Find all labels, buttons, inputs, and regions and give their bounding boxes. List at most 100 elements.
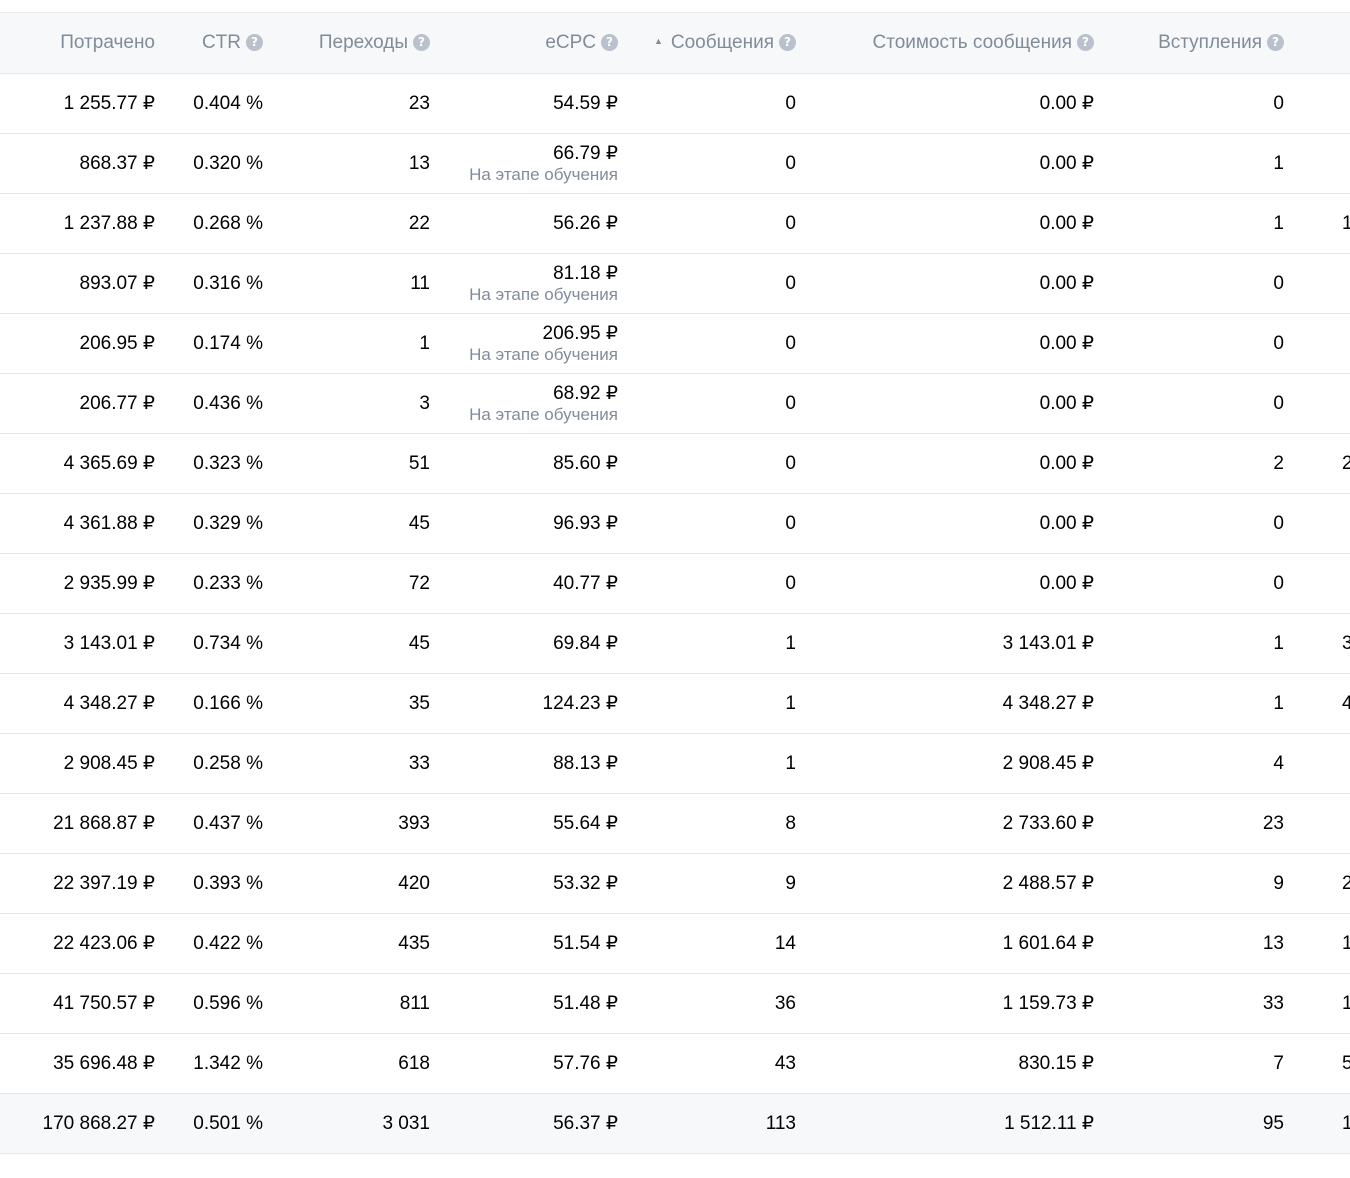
- cell-ecpc: 56.26 ₽: [553, 213, 618, 234]
- column-header-spent[interactable]: Потрачено: [0, 12, 155, 74]
- cell-joins: 0: [1273, 392, 1284, 414]
- cell-joins: 9: [1273, 872, 1284, 894]
- cell-ctr: 0.393 %: [193, 872, 263, 894]
- cell-message-cost: 1 512.11 ₽: [1004, 1113, 1094, 1134]
- learning-status-note: На этапе обучения: [469, 284, 618, 304]
- cell-messages: 113: [765, 1112, 796, 1134]
- cell-spent: 868.37 ₽: [79, 153, 155, 174]
- cell-ctr: 0.437 %: [193, 812, 263, 834]
- cell-message-cost: 4 348.27 ₽: [1002, 693, 1094, 714]
- column-header-messages[interactable]: ▲ Сообщения?: [618, 12, 796, 74]
- cell-messages: 36: [774, 992, 796, 1014]
- cell-clicks: 435: [398, 932, 430, 954]
- ecpc-value: 81.18 ₽: [553, 262, 618, 284]
- cell-ctr: 0.596 %: [193, 992, 263, 1014]
- cell-ecpc: 53.32 ₽: [553, 873, 618, 894]
- cell-clicks: 1: [419, 332, 430, 354]
- cell-message-cost: 0.00 ₽: [1039, 153, 1094, 174]
- cell-ecpc: 56.37 ₽: [553, 1113, 618, 1134]
- sort-ascending-icon[interactable]: ▲: [654, 36, 663, 46]
- cell-messages: 0: [785, 392, 796, 414]
- help-icon[interactable]: ?: [246, 34, 263, 51]
- table-row: 41 750.57 ₽ 0.596 % 811 51.48 ₽ 36 1 159.73 ₽…: [0, 974, 1350, 1034]
- column-header-label: Сообщения: [670, 32, 774, 53]
- cell-spent: 893.07 ₽: [79, 273, 155, 294]
- cell-clicks: 45: [408, 512, 430, 534]
- help-icon[interactable]: ?: [779, 34, 796, 51]
- cell-messages: 0: [785, 512, 796, 534]
- cell-spent: 35 696.48 ₽: [53, 1053, 155, 1074]
- cell-extra: [1284, 314, 1350, 374]
- total-row: 170 868.27 ₽ 0.501 % 3 031 56.37 ₽ 113 1 512.…: [0, 1093, 1350, 1154]
- table-row: 893.07 ₽0.316 % 11 81.18 ₽ На этапе обучени…: [0, 254, 1350, 314]
- cell-joins: 0: [1273, 92, 1284, 114]
- cell-extra: [1284, 554, 1350, 614]
- cell-clicks: 45: [408, 632, 430, 654]
- cell-spent: 21 868.87 ₽: [53, 813, 155, 834]
- cell-ctr: 1.342 %: [193, 1052, 263, 1074]
- learning-status-note: На этапе обучения: [469, 404, 618, 424]
- cell-ctr: 0.268 %: [193, 212, 263, 234]
- cell-spent: 206.77 ₽: [79, 393, 155, 414]
- help-icon[interactable]: ?: [1267, 34, 1284, 51]
- cell-extra: [1284, 734, 1350, 794]
- column-header-ecpc[interactable]: eCPC?: [430, 12, 618, 74]
- cell-message-cost: 1 601.64 ₽: [1002, 933, 1094, 954]
- help-icon[interactable]: ?: [1077, 34, 1094, 51]
- help-icon[interactable]: ?: [413, 34, 430, 51]
- cell-extra: [1284, 134, 1350, 194]
- learning-status-note: На этапе обучения: [469, 164, 618, 184]
- cell-clicks: 618: [398, 1052, 430, 1074]
- cell-clicks: 22: [408, 212, 430, 234]
- ecpc-stack: 66.79 ₽ На этапе обучения: [430, 143, 618, 185]
- cell-clicks: 3: [419, 392, 430, 414]
- cell-ctr: 0.316 %: [193, 272, 263, 294]
- cell-ecpc: 57.76 ₽: [553, 1053, 618, 1074]
- table-row: 2 908.45 ₽ 0.258 % 33 88.13 ₽ 1 2 908.45 ₽ 4: [0, 734, 1350, 794]
- column-header-clicks[interactable]: Переходы?: [263, 12, 430, 74]
- cell-message-cost: 2 488.57 ₽: [1002, 873, 1094, 894]
- cell-ecpc: 206.95 ₽ На этапе обучения: [430, 314, 618, 374]
- cell-joins: 1: [1273, 212, 1284, 234]
- column-header-ctr[interactable]: CTR?: [155, 12, 263, 74]
- cell-spent: 4 348.27 ₽: [63, 693, 155, 714]
- cell-message-cost: 0.00 ₽: [1039, 513, 1094, 534]
- cell-extra: [1284, 374, 1350, 434]
- table-row: 868.37 ₽0.320 % 13 66.79 ₽ На этапе обучени…: [0, 134, 1350, 194]
- table-row: 4 361.88 ₽ 0.329 % 45 96.93 ₽ 0 0.00 ₽ 0: [0, 494, 1350, 554]
- cell-ecpc: 55.64 ₽: [553, 813, 618, 834]
- cell-messages: 43: [774, 1052, 796, 1074]
- cell-messages: 9: [785, 872, 796, 894]
- cell-ctr: 0.174 %: [193, 332, 263, 354]
- cell-ecpc: 54.59 ₽: [553, 93, 618, 114]
- cell-messages: 14: [774, 932, 796, 954]
- cell-extra: 1: [1342, 992, 1350, 1014]
- cell-ctr: 0.404 %: [193, 92, 263, 114]
- cell-messages: 0: [785, 272, 796, 294]
- cell-ecpc: 96.93 ₽: [553, 513, 618, 534]
- cell-extra: 3: [1342, 632, 1350, 654]
- cell-ecpc: 51.48 ₽: [553, 993, 618, 1014]
- help-icon[interactable]: ?: [601, 34, 618, 51]
- cell-message-cost: 0.00 ₽: [1039, 333, 1094, 354]
- cell-ecpc: 69.84 ₽: [553, 633, 618, 654]
- column-header-message-cost[interactable]: Стоимость сообщения?: [796, 12, 1094, 74]
- cell-spent: 206.95 ₽: [79, 333, 155, 354]
- cell-joins: 0: [1273, 332, 1284, 354]
- cell-message-cost: 830.15 ₽: [1018, 1053, 1094, 1074]
- column-header-joins[interactable]: Вступления?: [1094, 12, 1284, 74]
- cell-message-cost: 3 143.01 ₽: [1002, 633, 1094, 654]
- cell-joins: 23: [1262, 812, 1284, 834]
- cell-ctr: 0.258 %: [193, 752, 263, 774]
- cell-ecpc: 66.79 ₽ На этапе обучения: [430, 134, 618, 194]
- cell-message-cost: 0.00 ₽: [1039, 273, 1094, 294]
- cell-messages: 0: [785, 452, 796, 474]
- cell-joins: 95: [1262, 1112, 1284, 1134]
- cell-joins: 0: [1273, 572, 1284, 594]
- column-header-label: Потрачено: [60, 32, 155, 53]
- cell-message-cost: 0.00 ₽: [1039, 453, 1094, 474]
- ecpc-stack: 68.92 ₽ На этапе обучения: [430, 383, 618, 425]
- column-header-label: Стоимость сообщения: [872, 32, 1072, 53]
- cell-joins: 0: [1273, 272, 1284, 294]
- cell-ctr: 0.323 %: [193, 452, 263, 474]
